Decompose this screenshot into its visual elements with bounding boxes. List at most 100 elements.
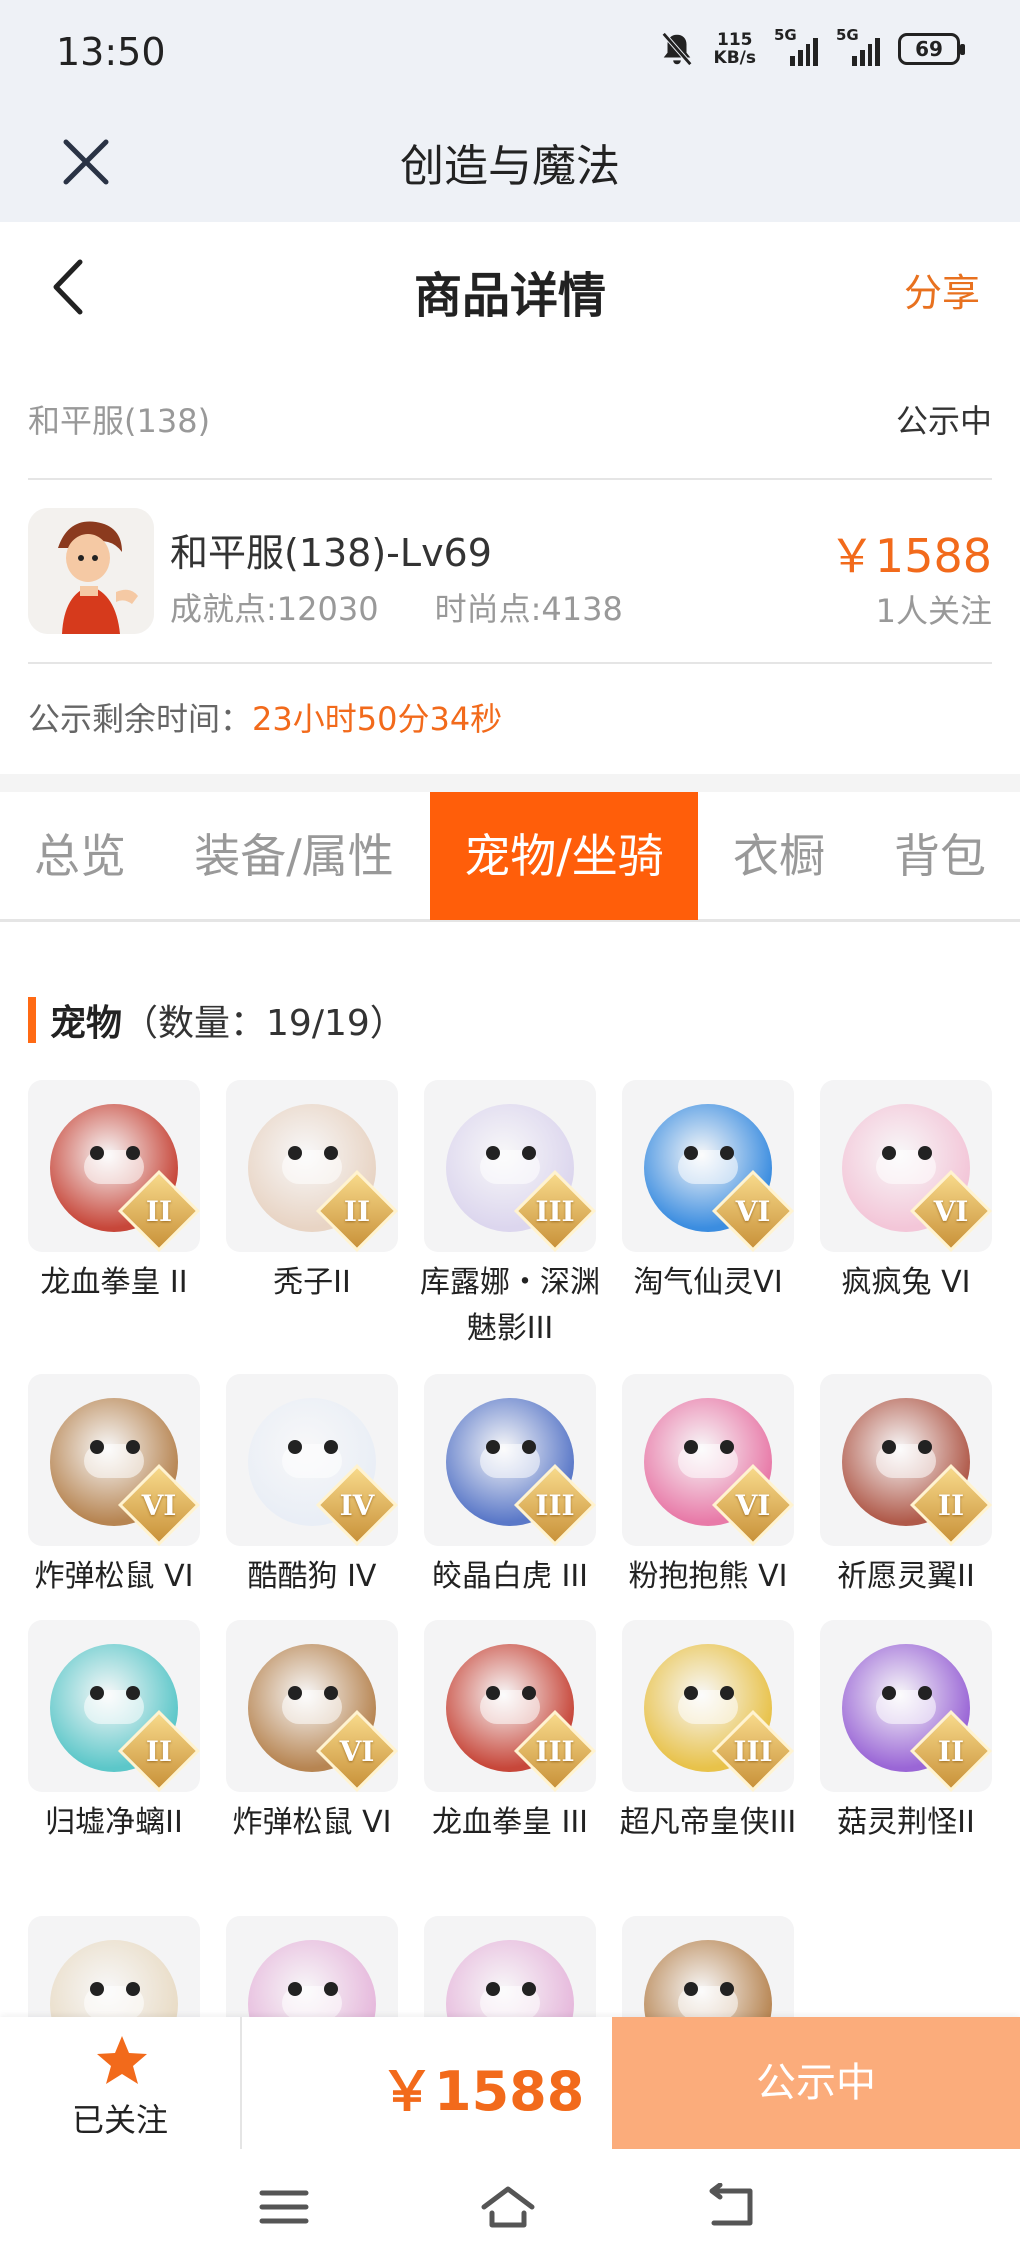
menu-icon[interactable] [256,2183,312,2231]
achievement-points: 成就点:12030 [170,590,379,628]
section-divider [0,774,1020,792]
back-icon[interactable] [706,2183,762,2231]
follow-button[interactable]: 已关注 [0,2017,242,2149]
pet-name: 皎晶白虎 III [431,1559,589,1594]
pet-thumbnail: II [820,1374,992,1546]
timer-label: 公示剩余时间： [28,700,253,738]
pet-card[interactable] [424,1916,596,2020]
action-bar: 已关注 ￥1588 公示中 [0,2017,1020,2149]
pet-name: 淘气仙灵VI [633,1265,783,1300]
pet-thumbnail: II [28,1620,200,1792]
pet-thumbnail: III [424,1080,596,1252]
pet-card[interactable]: VI 炸弹松鼠 VI [226,1620,398,1846]
pet-eye [918,1146,932,1160]
pet-thumbnail: VI [226,1620,398,1792]
page-nav: 商品详情 分享 [0,222,1020,352]
pet-eye [918,1440,932,1454]
grade-label: IV [339,1489,375,1522]
tab-wardrobe[interactable]: 衣橱 [712,792,846,920]
share-button[interactable]: 分享 [904,262,980,317]
pet-name: 炸弹松鼠 VI [34,1559,194,1594]
server-name: 和平服(138) [28,402,211,440]
battery-icon: 69 [898,33,965,65]
character-name: 和平服(138)-Lv69 [170,531,492,575]
tab-equipment[interactable]: 装备/属性 [176,792,412,920]
pet-thumbnail: II [28,1080,200,1252]
pet-card[interactable]: III 库露娜・深渊魅影III [420,1080,600,1352]
pet-card[interactable]: II 祈愿灵翼II [820,1374,992,1600]
item-price: ￥1588 [828,529,992,583]
pet-card[interactable]: II 归墟净螭II [28,1620,200,1846]
pet-thumbnail: III [424,1374,596,1546]
pet-card[interactable]: II 秃子II [226,1080,398,1306]
pet-card[interactable] [622,1916,794,2020]
tab-bag[interactable]: 背包 [870,792,1010,920]
pet-name: 库露娜・深渊魅影III [420,1265,600,1346]
pet-card[interactable]: VI 粉抱抱熊 VI [622,1374,794,1600]
pet-card[interactable] [28,1916,200,2020]
pet-eye [126,1146,140,1160]
pet-name: 超凡帝皇侠III [619,1805,797,1840]
section-count: （数量：19/19） [122,1003,406,1044]
pet-thumbnail [424,1916,596,2020]
pet-eye [918,1686,932,1700]
pet-card[interactable]: VI 炸弹松鼠 VI [28,1374,200,1600]
status-icons: 115 KB/s 5G 5G 69 [658,26,965,68]
tab-overview[interactable]: 总览 [0,792,160,920]
pet-name: 酷酷狗 IV [247,1559,377,1594]
pet-eye [288,1686,302,1700]
character-stats: 成就点:12030 时尚点:4138 [170,584,623,630]
listing-status: 公示中 [895,402,992,440]
pet-card[interactable]: II 菇灵荆怪II [820,1620,992,1846]
pet-card[interactable]: III 皎晶白虎 III [424,1374,596,1600]
pet-eye [684,1982,698,1996]
signal-label: 5G [836,26,859,44]
pet-eye [288,1146,302,1160]
pet-card[interactable]: VI 疯疯兔 VI [820,1080,992,1306]
pet-eye [288,1982,302,1996]
pet-name: 秃子II [273,1265,351,1300]
pet-thumbnail [28,1916,200,2020]
pet-eye [126,1440,140,1454]
grade-label: II [937,1489,965,1522]
publicity-button[interactable]: 公示中 [612,2017,1020,2149]
pet-card[interactable]: IV 酷酷狗 IV [226,1374,398,1600]
pet-eye [486,1440,500,1454]
pets-section-title: 宠物 （数量：19/19） [28,994,406,1046]
character-row[interactable]: 和平服(138)-Lv69 成就点:12030 时尚点:4138 ￥1588 1… [28,480,992,664]
character-avatar [28,508,154,634]
pet-name: 归墟净螭II [45,1805,183,1840]
pet-thumbnail: VI [622,1080,794,1252]
net-speed: 115 KB/s [714,31,756,67]
pet-name: 粉抱抱熊 VI [628,1559,788,1594]
pet-eye [126,1686,140,1700]
section-marker [28,997,36,1043]
pet-eye [522,1982,536,1996]
pet-thumbnail: VI [622,1374,794,1546]
follow-count: 1人关注 [875,592,992,630]
pet-eye [486,1686,500,1700]
miniapp-title: 创造与魔法 [400,141,620,192]
pet-card[interactable]: II 龙血拳皇 II [28,1080,200,1306]
pet-card[interactable] [226,1916,398,2020]
pet-eye [522,1440,536,1454]
pet-card[interactable]: III 超凡帝皇侠III [620,1620,796,1846]
page-title: 商品详情 [413,268,606,324]
pet-eye [324,1982,338,1996]
pet-thumbnail: II [820,1620,992,1792]
pet-eye [90,1146,104,1160]
pet-eye [288,1440,302,1454]
pet-name: 祈愿灵翼II [837,1559,975,1594]
pet-eye [720,1686,734,1700]
pet-card[interactable]: VI 淘气仙灵VI [622,1080,794,1306]
home-icon[interactable] [480,2183,536,2231]
section-title-text: 宠物 [50,1003,123,1044]
pet-thumbnail: III [622,1620,794,1792]
pet-name: 龙血拳皇 III [431,1805,589,1840]
grade-label: VI [339,1735,375,1768]
signal-label: 5G [774,26,797,44]
tab-pets-mounts[interactable]: 宠物/坐骑 [430,792,698,920]
pet-eye [720,1440,734,1454]
pet-card[interactable]: III 龙血拳皇 III [424,1620,596,1846]
pet-thumbnail: VI [820,1080,992,1252]
